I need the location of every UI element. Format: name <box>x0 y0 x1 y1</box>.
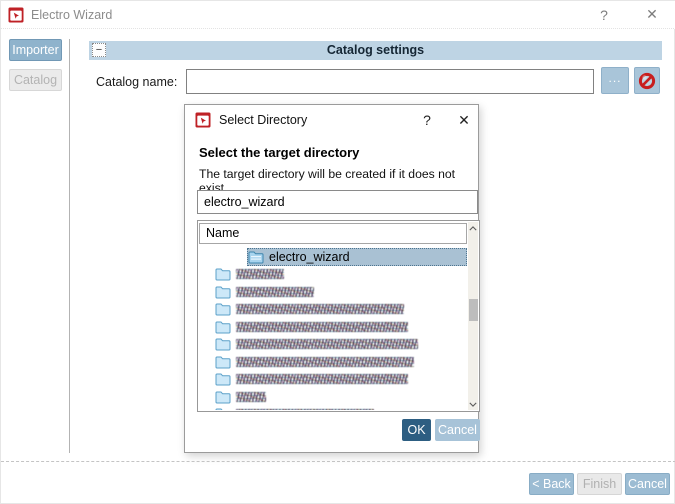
back-button[interactable]: < Back <box>529 473 574 495</box>
scroll-up-icon[interactable] <box>468 222 478 234</box>
directory-item[interactable] <box>215 388 467 406</box>
directory-item[interactable] <box>215 336 467 354</box>
folder-icon <box>215 372 231 386</box>
redacted-folder-name <box>236 287 314 297</box>
folder-open-icon <box>248 250 264 264</box>
catalog-name-input[interactable] <box>186 69 594 94</box>
redacted-folder-name <box>236 304 404 314</box>
directory-list-rows: electro_wizard <box>199 248 467 410</box>
folder-icon <box>215 285 231 299</box>
directory-item[interactable] <box>215 371 467 389</box>
finish-button[interactable]: Finish <box>577 473 622 495</box>
dialog-cancel-button[interactable]: Cancel <box>435 419 480 441</box>
dialog-title: Select Directory <box>219 113 307 127</box>
folder-icon <box>215 320 231 334</box>
window-help-button[interactable]: ? <box>591 1 617 28</box>
dialog-heading: Select the target directory <box>199 145 359 160</box>
folder-icon <box>215 337 231 351</box>
redacted-folder-name <box>236 322 408 332</box>
dialog-app-icon <box>195 112 211 128</box>
cancel-button[interactable]: Cancel <box>625 473 670 495</box>
window-close-button[interactable]: ✕ <box>637 1 667 28</box>
list-scrollbar[interactable] <box>468 222 478 410</box>
section-title: Catalog settings <box>89 43 662 57</box>
scroll-down-icon[interactable] <box>468 398 478 410</box>
folder-icon <box>215 390 231 404</box>
directory-list: Name electro_wizard <box>197 220 480 412</box>
dialog-titlebar: Select Directory ? ✕ <box>185 105 478 135</box>
list-name-header[interactable]: Name <box>199 223 467 244</box>
directory-item[interactable]: electro_wizard <box>247 248 467 266</box>
app-icon <box>8 7 24 23</box>
folder-icon <box>215 267 231 281</box>
dialog-help-button[interactable]: ? <box>415 107 439 133</box>
redacted-folder-name <box>236 269 284 279</box>
dialog-ok-button[interactable]: OK <box>402 419 431 441</box>
directory-item[interactable] <box>215 406 467 411</box>
window-title: Electro Wizard <box>31 8 112 22</box>
redacted-folder-name <box>236 339 418 349</box>
redacted-folder-name <box>236 374 408 384</box>
folder-name: electro_wizard <box>269 250 350 264</box>
directory-item[interactable] <box>215 318 467 336</box>
directory-name-input[interactable] <box>197 190 478 214</box>
directory-item[interactable] <box>215 283 467 301</box>
electro-wizard-window: Electro Wizard ? ✕ Importer Catalog − Ca… <box>0 0 675 504</box>
window-titlebar: Electro Wizard ? ✕ <box>1 1 675 29</box>
redacted-folder-name <box>236 409 374 410</box>
folder-icon <box>215 407 231 410</box>
scrollbar-thumb[interactable] <box>469 299 478 321</box>
folder-icon <box>215 302 231 316</box>
dialog-close-button[interactable]: ✕ <box>451 107 477 133</box>
no-entry-icon <box>638 72 656 90</box>
directory-item[interactable] <box>215 266 467 284</box>
sidebar-item-catalog[interactable]: Catalog <box>9 69 62 91</box>
catalog-settings-header: − Catalog settings <box>89 41 662 60</box>
sidebar-item-importer[interactable]: Importer <box>9 39 62 61</box>
footer-divider <box>1 461 675 462</box>
browse-button[interactable]: ... <box>601 67 629 94</box>
redacted-folder-name <box>236 357 414 367</box>
directory-item[interactable] <box>215 301 467 319</box>
folder-icon <box>215 355 231 369</box>
select-directory-dialog: Select Directory ? ✕ Select the target d… <box>184 104 479 453</box>
catalog-name-label: Catalog name: <box>96 75 177 89</box>
sidebar-divider <box>69 39 70 453</box>
validation-error-button[interactable] <box>634 67 660 94</box>
redacted-folder-name <box>236 392 266 402</box>
directory-item[interactable] <box>215 353 467 371</box>
